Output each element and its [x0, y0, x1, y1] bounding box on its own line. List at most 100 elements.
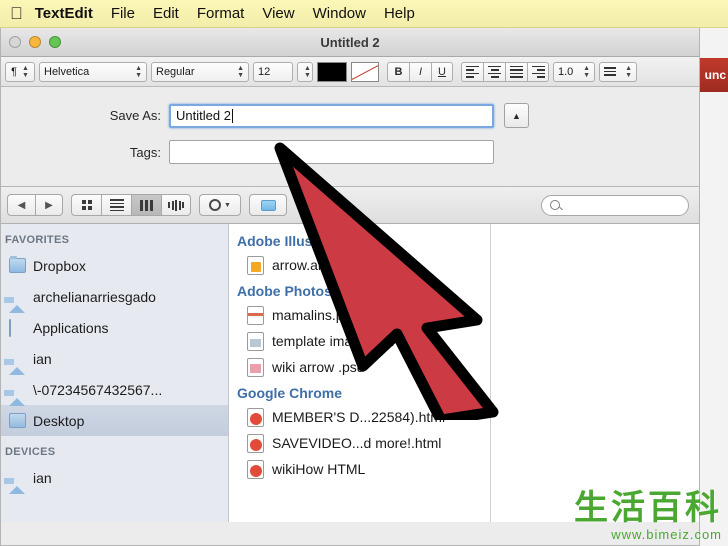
action-menu-button[interactable]: ▼ [199, 194, 241, 216]
preview-column [491, 224, 699, 522]
italic-button[interactable]: I [409, 61, 431, 82]
back-button[interactable]: ◀ [7, 194, 35, 216]
line-spacing-value: 1.0 [558, 65, 574, 78]
column-view-button[interactable] [131, 194, 161, 216]
paragraph-style-menu[interactable]: ¶ ▲ ▼ [5, 61, 35, 82]
menu-item-window[interactable]: Window [313, 5, 366, 22]
close-button[interactable] [9, 36, 21, 48]
navigation-buttons: ◀ ▶ [7, 194, 63, 216]
list-item[interactable]: MEMBER'S D...22584).html [229, 404, 490, 430]
menu-app-name[interactable]: TextEdit [35, 5, 93, 22]
menu-item-help[interactable]: Help [384, 5, 415, 22]
window-controls [9, 36, 61, 48]
align-center-button[interactable] [483, 61, 505, 82]
minimize-button[interactable] [29, 36, 41, 48]
apple-logo-icon[interactable]:  [10, 5, 23, 22]
forward-arrow-icon: ▶ [45, 199, 53, 211]
folder-icon [260, 199, 276, 211]
list-item[interactable]: wiki arrow .psd [229, 354, 490, 380]
save-as-row: Save As: Untitled 2 ▲ [1, 103, 699, 128]
align-left-button[interactable] [461, 61, 483, 82]
window-titlebar[interactable]: Untitled 2 [1, 28, 699, 57]
search-icon [550, 200, 560, 210]
file-name: SAVEVIDEO...d more!.html [272, 435, 442, 451]
list-item[interactable]: template image.psd [229, 328, 490, 354]
sidebar-item-device-ian[interactable]: ian [1, 462, 228, 494]
expand-browser-button[interactable]: ▲ [504, 103, 529, 128]
font-family-menu[interactable]: Helvetica ▲ ▼ [39, 61, 147, 82]
chevron-updown-icon: ▲ ▼ [625, 64, 632, 79]
line-spacing-menu[interactable]: 1.0 ▲ ▼ [553, 61, 595, 82]
menu-item-file[interactable]: File [111, 5, 135, 22]
background-app-sliver: unc [699, 28, 728, 546]
chevron-down-icon: ▼ [224, 201, 231, 209]
list-item[interactable]: arrow.ai [229, 252, 490, 278]
file-group-heading-illustrator: Adobe Illustrator [237, 233, 350, 249]
sidebar-heading-devices: DEVICES [5, 446, 56, 458]
tags-input[interactable] [169, 140, 494, 164]
sidebar-item-label: Applications [33, 319, 109, 336]
file-name: wikiHow HTML [272, 461, 366, 477]
back-arrow-icon: ◀ [17, 199, 26, 211]
underline-button[interactable]: U [431, 61, 453, 82]
font-family-value: Helvetica [44, 65, 90, 78]
sidebar-heading-favorites: FAVORITES [5, 234, 70, 246]
chevron-updown-icon: ▲ ▼ [583, 64, 590, 79]
file-name: mamalins.psd [272, 307, 359, 323]
sidebar-item-dropbox[interactable]: Dropbox [1, 250, 228, 281]
image-file-icon [247, 331, 264, 351]
align-center-icon [488, 65, 501, 78]
sidebar: FAVORITES Dropbox archelianarriesgado Ap… [1, 224, 229, 522]
menu-bar:  TextEdit File Edit Format View Window … [0, 0, 728, 28]
highlight-color-swatch[interactable] [351, 61, 379, 82]
sidebar-item-applications[interactable]: Applications [1, 312, 228, 343]
alignment-buttons [461, 61, 549, 82]
sidebar-item-ian[interactable]: ian [1, 343, 228, 375]
sidebar-item-numeric-user[interactable]: \-07234567432567... [1, 374, 228, 406]
list-item[interactable]: wikiHow HTML [229, 456, 490, 482]
file-name: MEMBER'S D...22584).html [272, 409, 446, 425]
forward-button[interactable]: ▶ [35, 194, 63, 216]
sidebar-item-label: ian [33, 469, 52, 486]
file-browser-toolbar: ◀ ▶ ▼ [1, 186, 699, 224]
background-app-label: unc [704, 68, 726, 82]
new-folder-button[interactable] [249, 194, 287, 216]
font-size-stepper[interactable]: ▲ ▼ [297, 61, 313, 82]
chevron-up-icon: ▲ [512, 110, 521, 121]
zoom-button[interactable] [49, 36, 61, 48]
bold-button[interactable]: B [387, 61, 409, 82]
file-group-heading-photoshop: Adobe Photoshop [237, 283, 358, 299]
file-name: arrow.ai [272, 257, 322, 273]
font-style-menu[interactable]: Regular ▲ ▼ [151, 61, 249, 82]
font-size-field[interactable]: 12 [253, 61, 293, 82]
search-input[interactable] [541, 194, 689, 216]
align-right-button[interactable] [527, 61, 549, 82]
list-view-button[interactable] [101, 194, 131, 216]
list-style-menu[interactable]: ▲ ▼ [599, 61, 637, 82]
save-as-input[interactable]: Untitled 2 [169, 103, 494, 128]
chevron-updown-icon: ▲ ▼ [135, 64, 142, 79]
sidebar-item-desktop[interactable]: Desktop [1, 405, 228, 436]
align-justify-button[interactable] [505, 61, 527, 82]
list-item[interactable]: mamalins.psd [229, 302, 490, 328]
icon-view-button[interactable] [71, 194, 101, 216]
coverflow-view-button[interactable] [161, 194, 191, 216]
chevron-updown-icon: ▲ ▼ [304, 64, 311, 79]
home-icon [9, 470, 26, 494]
html-file-icon [247, 407, 264, 427]
menu-item-format[interactable]: Format [197, 5, 245, 22]
applications-icon [9, 319, 26, 337]
menu-item-view[interactable]: View [262, 5, 294, 22]
sidebar-item-label: ian [33, 350, 52, 367]
save-as-value: Untitled 2 [176, 108, 231, 123]
coverflow-icon [168, 199, 184, 211]
menu-item-edit[interactable]: Edit [153, 5, 179, 22]
file-browser: FAVORITES Dropbox archelianarriesgado Ap… [1, 224, 699, 522]
folder-icon [9, 256, 26, 273]
text-caret [231, 108, 233, 123]
sidebar-item-archelianarriesgado[interactable]: archelianarriesgado [1, 281, 228, 313]
file-name: wiki arrow .psd [272, 359, 365, 375]
text-color-swatch[interactable] [317, 61, 347, 82]
list-item[interactable]: SAVEVIDEO...d more!.html [229, 430, 490, 456]
home-icon [9, 382, 26, 406]
